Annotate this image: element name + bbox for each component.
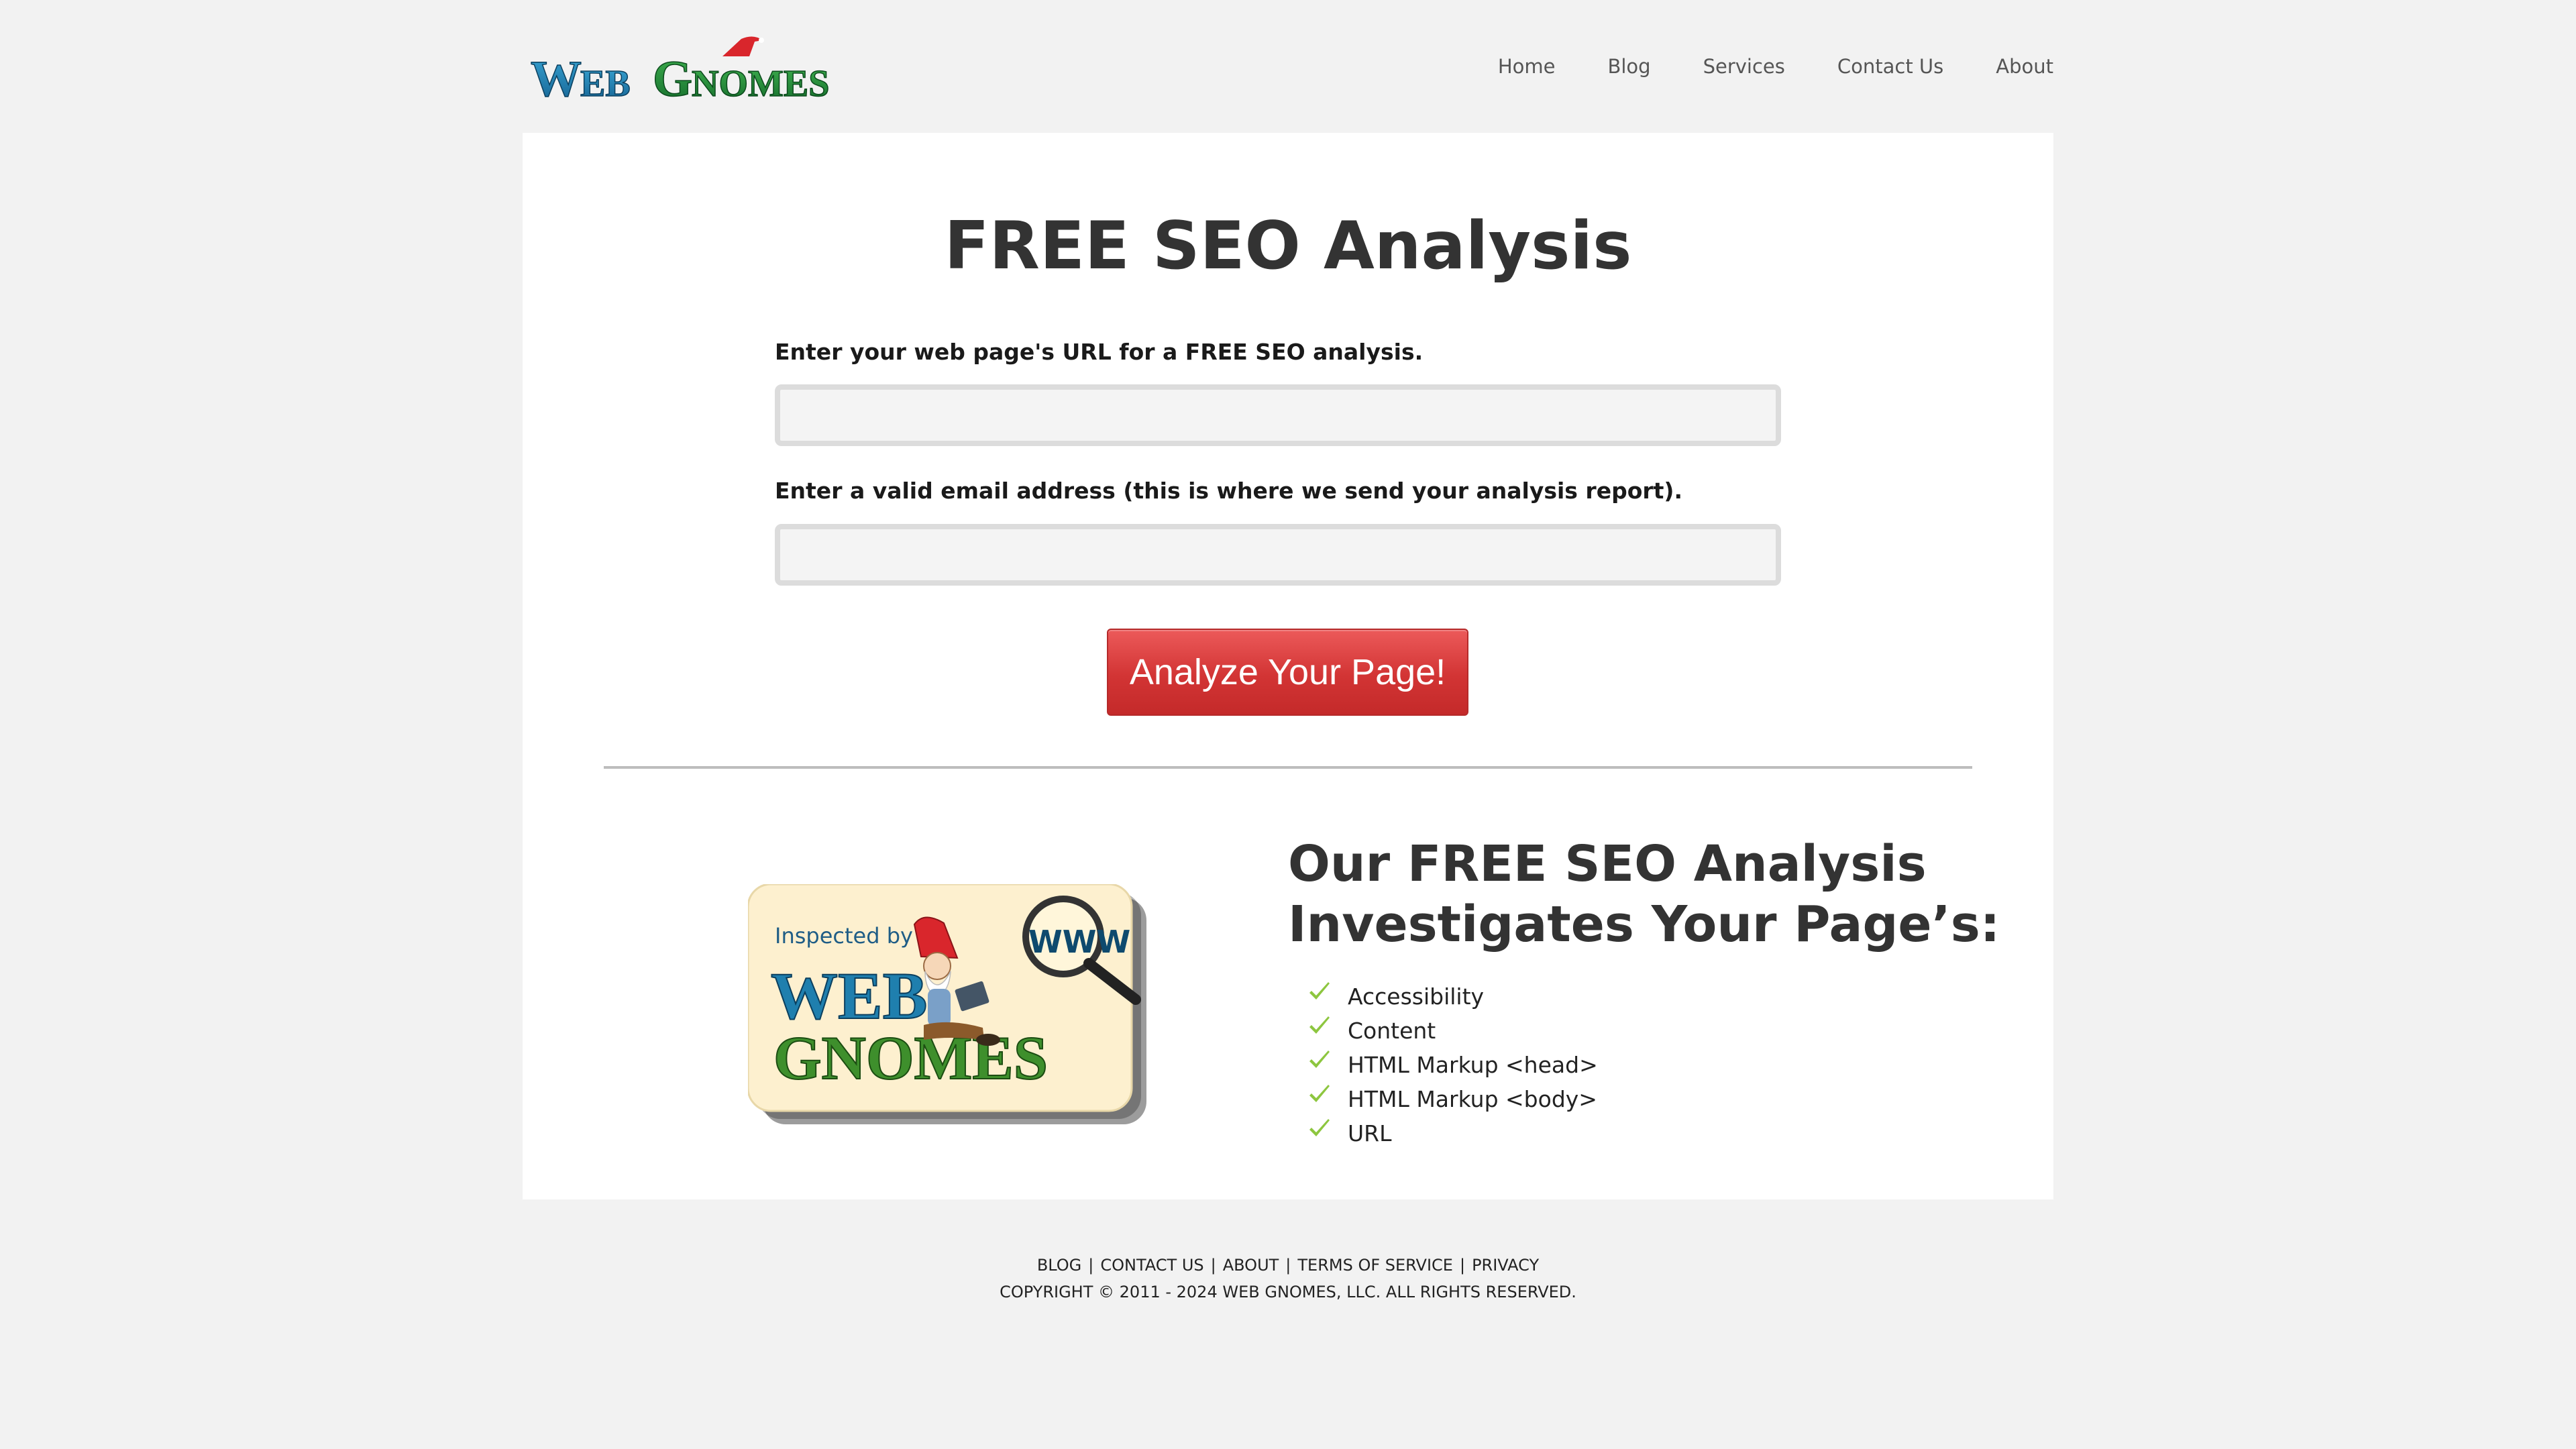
analysis-heading: Our FREE SEO Analysis Investigates Your … [1288,834,2026,955]
footer-link-privacy[interactable]: PRIVACY [1472,1256,1539,1275]
section-divider [604,766,1972,769]
list-item: Content [1307,1014,1598,1048]
footer-link-terms[interactable]: TERMS OF SERVICE [1297,1256,1453,1275]
logo-icon: W EB G NOMES [530,36,830,106]
svg-text:WWW: WWW [1028,924,1130,960]
footer-separator: | [1088,1256,1094,1275]
svg-text:W: W [531,51,582,106]
analyze-button[interactable]: Analyze Your Page! [1107,629,1468,716]
feature-label: Content [1348,1018,1436,1044]
svg-text:Inspected by: Inspected by [775,923,913,949]
web-gnomes-logo[interactable]: W EB G NOMES [528,32,877,106]
nav-about[interactable]: About [1996,56,2053,76]
list-item: HTML Markup <head> [1307,1048,1598,1082]
footer-link-about[interactable]: ABOUT [1223,1256,1279,1275]
svg-text:NOMES: NOMES [692,63,829,105]
footer-link-contact-us[interactable]: CONTACT US [1100,1256,1203,1275]
list-item: HTML Markup <body> [1307,1082,1598,1116]
check-icon [1309,982,1330,1000]
footer-separator: | [1459,1256,1466,1275]
site-header: W EB G NOMES Home Blog Services Contact … [523,0,2053,133]
list-item: Accessibility [1307,979,1598,1014]
footer-links: BLOG | CONTACT US | ABOUT | TERMS OF SERVICE | P… [0,1252,2576,1279]
url-input[interactable] [775,384,1781,446]
email-input[interactable] [775,524,1781,586]
page-title: FREE SEO Analysis [944,208,1632,284]
feature-label: Accessibility [1348,983,1485,1010]
list-item: URL [1307,1116,1598,1150]
nav-blog[interactable]: Blog [1607,56,1650,76]
nav-home[interactable]: Home [1498,56,1556,76]
footer-separator: | [1210,1256,1216,1275]
site-footer: BLOG | CONTACT US | ABOUT | TERMS OF SERVICE | P… [0,1252,2576,1305]
analysis-heading-line2: Investigates Your Page’s: [1288,896,2000,953]
footer-link-blog[interactable]: BLOG [1037,1256,1081,1275]
url-label: Enter your web page's URL for a FREE SEO… [775,339,1424,365]
email-label: Enter a valid email address (this is whe… [775,478,1683,504]
svg-text:G: G [653,51,692,106]
check-icon [1309,1016,1330,1034]
footer-separator: | [1285,1256,1291,1275]
check-icon [1309,1085,1330,1102]
feature-label: HTML Markup <head> [1348,1052,1598,1078]
check-icon [1309,1051,1330,1068]
analysis-heading-line1: Our FREE SEO Analysis [1288,835,1927,893]
feature-label: HTML Markup <body> [1348,1086,1597,1112]
nav-contact-us[interactable]: Contact Us [1837,56,1943,76]
features-list: Accessibility Content HTML Markup <head>… [1307,979,1598,1150]
badge-icon: Inspected by WEB GNOMES WWW [748,884,1146,1124]
main-nav: Home Blog Services Contact Us About [1446,0,2053,133]
svg-text:EB: EB [580,63,631,105]
nav-services[interactable]: Services [1703,56,1785,76]
content-card: FREE SEO Analysis Enter your web page's … [523,133,2053,1199]
inspected-by-web-gnomes-badge: Inspected by WEB GNOMES WWW [748,884,1150,1126]
svg-text:WEB: WEB [771,959,927,1033]
feature-label: URL [1348,1120,1392,1146]
check-icon [1309,1119,1330,1136]
copyright-text: COPYRIGHT © 2011 - 2024 WEB GNOMES, LLC.… [1000,1283,1576,1301]
svg-text:GNOMES: GNOMES [773,1024,1048,1092]
